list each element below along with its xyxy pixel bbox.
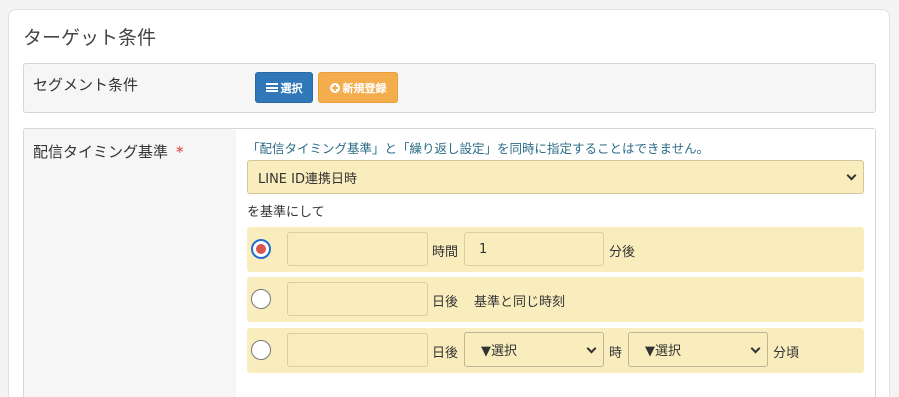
- chevron-down-icon: [750, 343, 761, 354]
- hour-select[interactable]: ▼選択: [464, 332, 604, 367]
- minute-unit: 分頃: [773, 346, 800, 361]
- segment-select-button[interactable]: 選択: [255, 72, 313, 103]
- same-time-text: 基準と同じ時刻: [474, 295, 566, 310]
- chevron-down-icon: [846, 170, 857, 181]
- segment-new-label: 新規登録: [342, 81, 387, 95]
- radio-option-2[interactable]: [251, 289, 271, 309]
- timing-base-select-value: LINE ID連携日時: [258, 171, 357, 187]
- hour-select-value: ▼選択: [481, 344, 517, 359]
- hours-unit: 時間: [432, 245, 459, 260]
- minutes-unit: 分後: [609, 245, 636, 260]
- timing-option-hours-minutes: 時間 1 分後: [247, 227, 864, 272]
- days-input-2[interactable]: [287, 282, 428, 316]
- segment-label: セグメント条件: [33, 76, 139, 94]
- segment-field-area: 選択 新規登録: [236, 64, 875, 112]
- hour-unit: 時: [609, 346, 623, 361]
- plus-circle-icon: [329, 82, 340, 93]
- timing-label: 配信タイミング基準: [33, 143, 169, 161]
- timing-row: 配信タイミング基準 * 「配信タイミング基準」と「繰り返し設定」を同時に指定するこ…: [23, 128, 876, 397]
- segment-select-label: 選択: [280, 81, 303, 95]
- chevron-down-icon: [586, 343, 597, 354]
- timing-field-area: 「配信タイミング基準」と「繰り返し設定」を同時に指定することはできません。 LI…: [236, 129, 875, 397]
- target-conditions-card: ターゲット条件 セグメント条件 選択 新規登録 配信タイミング基準 * 「配信タイ…: [8, 9, 890, 397]
- minute-select[interactable]: ▼選択: [628, 332, 768, 367]
- days-input-3[interactable]: [287, 333, 428, 367]
- radio-option-1[interactable]: [251, 239, 271, 259]
- list-icon: [265, 83, 278, 92]
- days-unit-3: 日後: [432, 346, 459, 361]
- segment-row: セグメント条件 選択 新規登録: [23, 63, 876, 113]
- hours-input[interactable]: [287, 232, 428, 266]
- radio-option-3[interactable]: [251, 340, 271, 360]
- minute-select-value: ▼選択: [645, 344, 681, 359]
- segment-new-button[interactable]: 新規登録: [318, 72, 398, 103]
- minutes-input[interactable]: 1: [464, 232, 604, 266]
- timing-option-days-specific-time: 日後 ▼選択 時 ▼選択 分頃: [247, 328, 864, 373]
- timing-label-wrap: 配信タイミング基準 *: [33, 141, 184, 162]
- timing-base-select[interactable]: LINE ID連携日時: [247, 160, 864, 194]
- base-suffix-text: を基準にして: [247, 205, 325, 220]
- card-title: ターゲット条件: [23, 27, 157, 49]
- days-unit-2: 日後: [432, 295, 459, 310]
- timing-notice: 「配信タイミング基準」と「繰り返し設定」を同時に指定することはできません。: [247, 141, 710, 156]
- required-mark: *: [176, 143, 184, 161]
- timing-option-days-same-time: 日後 基準と同じ時刻: [247, 277, 864, 322]
